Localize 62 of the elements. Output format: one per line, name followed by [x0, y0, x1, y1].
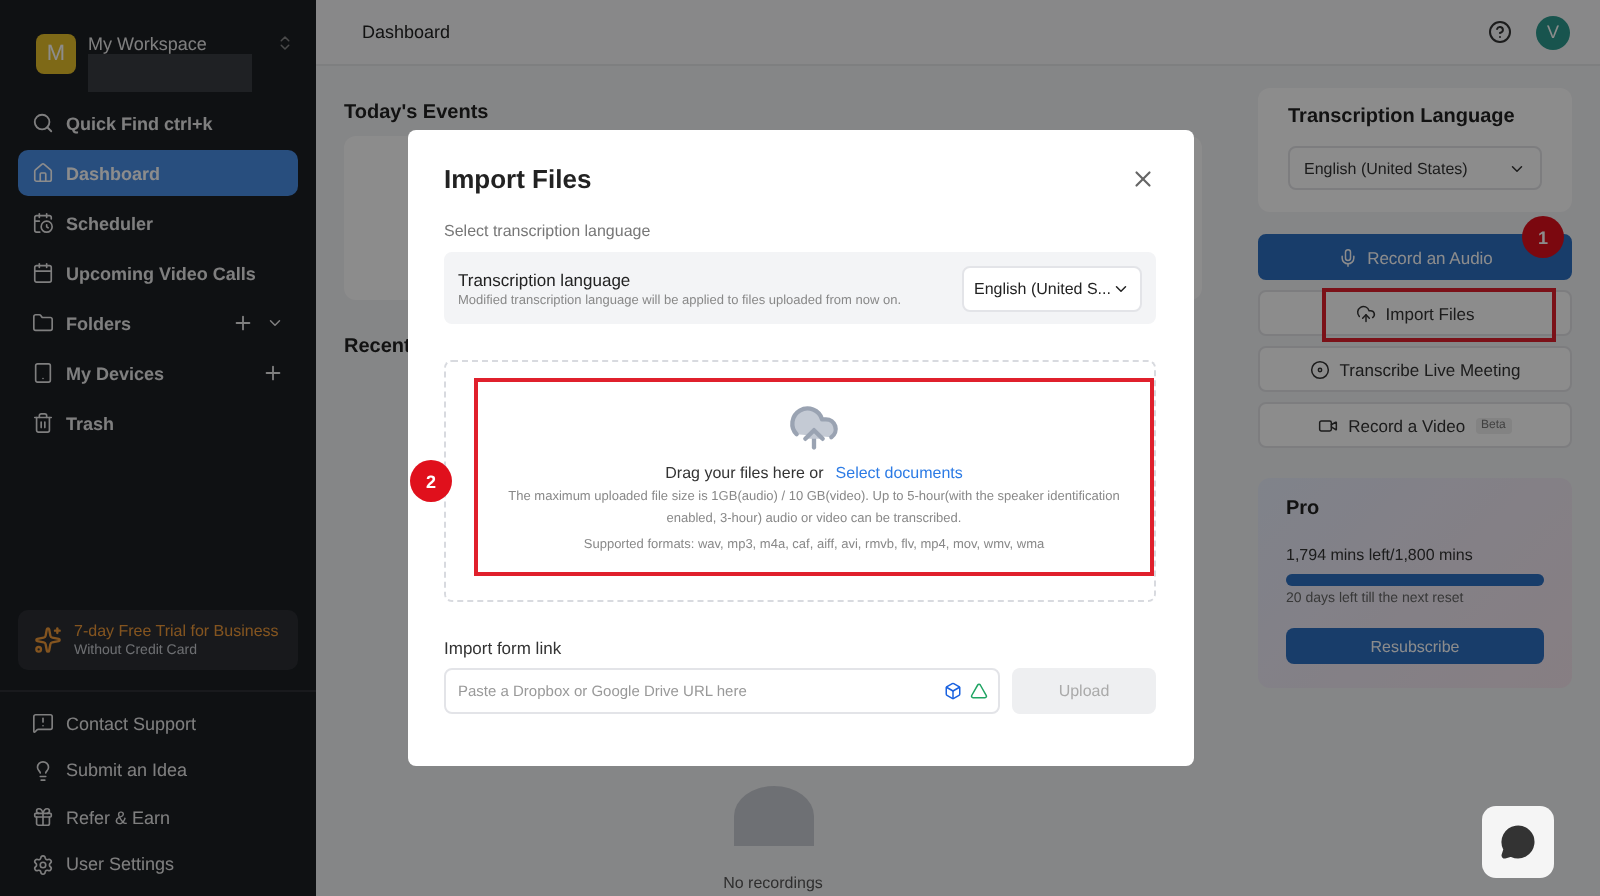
plan-name: Pro: [1286, 498, 1322, 520]
annotation-badge: 1: [1522, 216, 1564, 258]
search-icon: [32, 112, 54, 134]
calendar-icon: [32, 262, 54, 284]
sidebar-item[interactable]: Trash: [18, 400, 298, 446]
resubscribe-button[interactable]: Resubscribe: [1286, 628, 1544, 664]
select-documents-link[interactable]: Select documents: [835, 464, 963, 482]
sidebar-item[interactable]: My Devices: [18, 350, 298, 396]
folder-icon: [32, 312, 54, 334]
page-title: Dashboard: [362, 22, 453, 42]
user-avatar[interactable]: V: [1536, 15, 1570, 49]
sidebar-footer-item[interactable]: Submit an Idea: [18, 747, 298, 794]
cloud-upload-icon: [788, 402, 840, 454]
annotation-badge: 2: [410, 460, 452, 502]
section-label: Select transcription language: [444, 222, 653, 240]
workspace-name: My Workspace: [88, 34, 209, 54]
action-button[interactable]: Import Files: [1258, 290, 1572, 336]
card-title: Transcription Language: [1288, 106, 1517, 128]
meeting-icon: [1309, 359, 1330, 379]
sidebar-item[interactable]: Upcoming Video Calls: [18, 250, 298, 296]
quick-find[interactable]: Quick Find ctrl+k: [18, 100, 298, 146]
language-select[interactable]: English (United S...: [962, 265, 1142, 311]
sparkle-icon: [34, 626, 62, 654]
sidebar-item[interactable]: Scheduler: [18, 200, 298, 246]
home-icon: [32, 162, 54, 184]
help-icon[interactable]: [1488, 20, 1512, 44]
trial-title: 7-day Free Trial for Business: [74, 622, 279, 640]
sidebar-footer-item[interactable]: User Settings: [18, 841, 298, 888]
calendar-clock-icon: [32, 212, 54, 234]
empty-message: No recordings: [723, 874, 823, 892]
trash-icon: [32, 412, 54, 434]
microphone-icon: [1337, 247, 1358, 267]
usage-text: 1,794 mins left/1,800 mins: [1286, 546, 1475, 564]
settings-icon: [32, 853, 54, 876]
add-icon[interactable]: [232, 312, 254, 334]
language-label: Transcription language: [458, 269, 633, 289]
action-button[interactable]: Transcribe Live Meeting: [1258, 346, 1572, 392]
message-icon: [32, 712, 54, 735]
box-icon[interactable]: [944, 682, 962, 700]
switch-icon[interactable]: [276, 34, 294, 52]
triangle-icon[interactable]: [970, 682, 988, 700]
drop-zone[interactable]: [444, 360, 1156, 602]
add-icon[interactable]: [262, 362, 284, 384]
gift-icon: [32, 806, 54, 829]
device-icon: [32, 362, 54, 384]
lightbulb-icon: [32, 759, 54, 782]
drop-text: Drag your files here or: [665, 464, 824, 482]
cloud-upload-icon: [1355, 303, 1376, 323]
link-label: Import form link: [444, 638, 564, 658]
language-select[interactable]: English (United States): [1288, 146, 1542, 190]
sidebar-footer-item[interactable]: Contact Support: [18, 700, 298, 747]
section-title: Recent: [344, 336, 413, 358]
chevron-icon[interactable]: [266, 314, 284, 332]
sidebar-item[interactable]: Folders: [18, 300, 298, 346]
section-title: Today's Events: [344, 102, 491, 124]
chat-icon: [1500, 824, 1536, 860]
video-camera-icon: [1318, 415, 1339, 435]
sidebar-footer-item[interactable]: Refer & Earn: [18, 794, 298, 841]
dialog-title: Import Files: [444, 164, 592, 194]
chat-button[interactable]: [1482, 806, 1554, 878]
sidebar-item[interactable]: Dashboard: [18, 150, 298, 196]
close-icon[interactable]: [1130, 166, 1156, 192]
